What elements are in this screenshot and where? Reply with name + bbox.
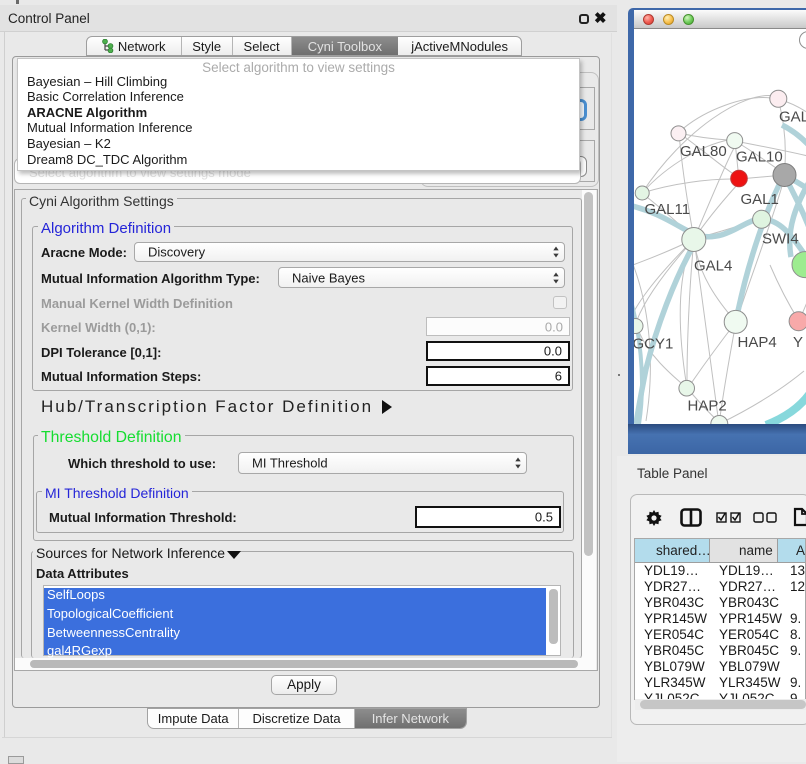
- svg-text:HAP4: HAP4: [738, 334, 777, 351]
- svg-text:GAL: GAL: [779, 109, 806, 126]
- svg-text:GAL80: GAL80: [680, 143, 727, 160]
- svg-text:GAL1: GAL1: [741, 191, 779, 208]
- svg-text:Y: Y: [793, 334, 803, 351]
- svg-text:GAL11: GAL11: [645, 201, 691, 218]
- svg-text:GAL10: GAL10: [736, 149, 783, 166]
- svg-text:HAP2: HAP2: [688, 398, 727, 415]
- svg-text:GAL4: GAL4: [694, 258, 732, 275]
- svg-text:SWI4: SWI4: [762, 231, 799, 248]
- svg-text:GCY1: GCY1: [634, 336, 673, 353]
